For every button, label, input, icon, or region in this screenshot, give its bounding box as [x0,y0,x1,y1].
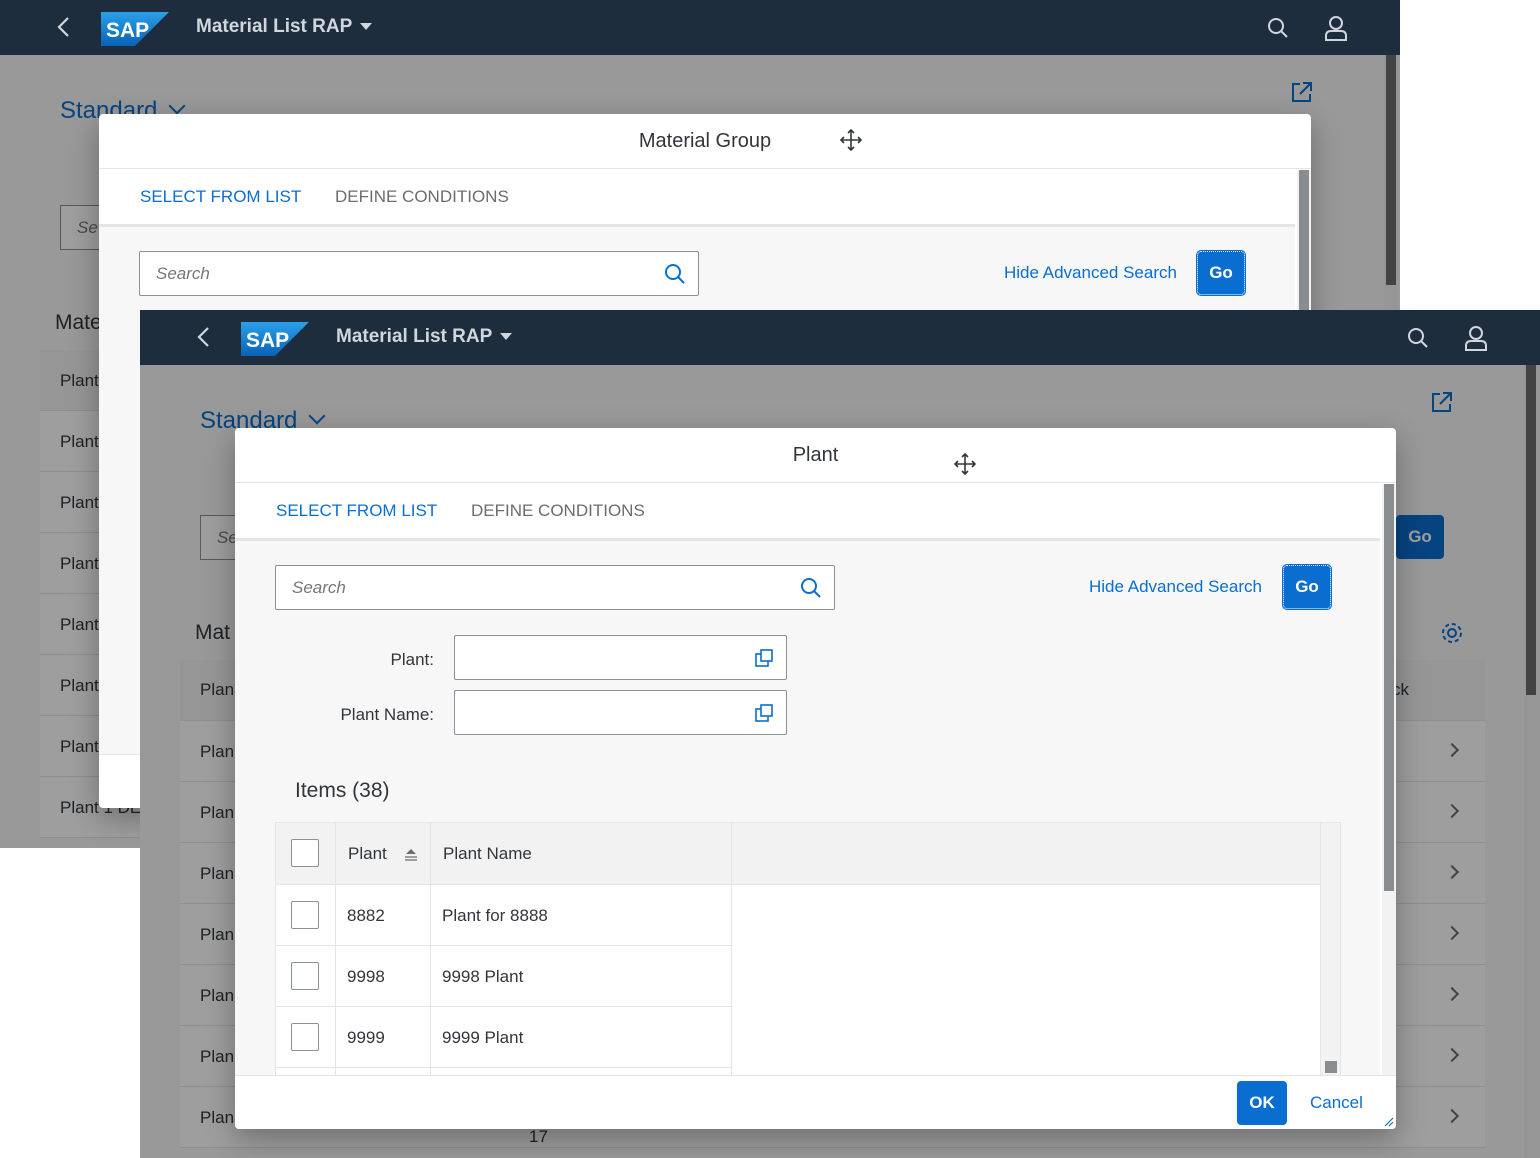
sap-logo: SAP [241,322,309,356]
back-icon[interactable] [192,324,216,350]
dialog-title[interactable]: Plant [235,428,1396,483]
row-checkbox[interactable] [291,901,319,929]
plant-name-filter-input[interactable] [454,690,787,735]
row-checkbox[interactable] [291,962,319,990]
table-cell-plant: 9998 [336,946,431,1007]
search-input[interactable]: Search [275,565,835,610]
search-icon[interactable] [664,263,686,285]
tab-bar: SELECT FROM LIST DEFINE CONDITIONS [99,170,1295,231]
tab-define-conditions[interactable]: DEFINE CONDITIONS [335,187,509,207]
cancel-button[interactable]: Cancel [1310,1093,1363,1113]
move-icon[interactable] [839,128,863,152]
sap-logo: SAP [101,12,169,46]
back-icon[interactable] [52,14,76,40]
select-all-checkbox[interactable] [291,839,319,867]
dialog-footer: OK Cancel [235,1075,1396,1129]
plant-filter-input[interactable] [454,635,787,680]
tab-define-conditions[interactable]: DEFINE CONDITIONS [471,501,645,521]
sort-ascending-icon [405,849,417,861]
app-title[interactable]: Material List RAP [336,326,513,348]
ok-button[interactable]: OK [1237,1081,1287,1125]
svg-text:SAP: SAP [246,329,289,352]
row-select-cell [276,1007,336,1068]
table-cell-plant-name: 9999 Plant [431,1007,732,1068]
shell-bar: SAP Material List RAP [0,0,1400,55]
dialog-content: Search Hide Advanced Search Go Plant: Pl… [235,541,1380,1129]
app-title[interactable]: Material List RAP [196,16,373,38]
table-scrollbar[interactable] [1320,823,1340,1083]
plant-dialog: Plant SELECT FROM LIST DEFINE CONDITIONS… [235,428,1396,1129]
plant-filter-label: Plant: [390,650,434,669]
user-icon[interactable] [1324,15,1348,41]
dialog-title[interactable]: Material Group [99,114,1311,169]
tab-select-from-list[interactable]: SELECT FROM LIST [140,187,302,231]
shell-bar: SAP Material List RAP [140,310,1540,365]
row-select-cell [276,946,336,1007]
tab-bar: SELECT FROM LIST DEFINE CONDITIONS [235,484,1380,545]
front-window: SAP Material List RAP Standard Se Go Mat… [140,310,1540,1158]
search-icon[interactable] [1266,16,1290,40]
go-button[interactable]: Go [1196,250,1246,296]
select-all-header [276,823,336,885]
items-title: Items (38) [295,779,390,802]
column-header-filler [732,823,1322,885]
plant-name-filter-label: Plant Name: [340,705,434,724]
row-checkbox[interactable] [291,1023,319,1051]
user-icon[interactable] [1464,325,1488,351]
table-cell-plant: 8882 [336,885,431,946]
resize-handle-icon[interactable] [1384,1117,1394,1127]
items-table: Plant Plant Name 8882 Plant for 8888 999… [275,822,1341,1129]
search-placeholder: Search [156,264,210,283]
caret-down-icon [500,333,513,341]
move-icon[interactable] [953,452,977,476]
search-placeholder: Search [292,578,346,597]
value-help-icon[interactable] [754,703,774,723]
row-select-cell [276,885,336,946]
dialog-scrollbar[interactable] [1382,484,1396,1075]
svg-text:SAP: SAP [106,19,149,42]
search-input[interactable]: Search [139,251,699,296]
hide-advanced-search-link[interactable]: Hide Advanced Search [1004,263,1177,283]
tab-select-from-list[interactable]: SELECT FROM LIST [276,501,438,545]
go-button[interactable]: Go [1282,564,1332,610]
hide-advanced-search-link[interactable]: Hide Advanced Search [1089,577,1262,597]
search-icon[interactable] [800,577,822,599]
table-cell-plant-name: Plant for 8888 [431,885,732,946]
table-cell-plant-name: 9998 Plant [431,946,732,1007]
caret-down-icon [360,23,373,31]
value-help-icon[interactable] [754,648,774,668]
column-header-plant-name[interactable]: Plant Name [431,823,732,885]
table-cell-plant: 9999 [336,1007,431,1068]
column-header-plant[interactable]: Plant [336,823,431,885]
search-icon[interactable] [1406,326,1430,350]
